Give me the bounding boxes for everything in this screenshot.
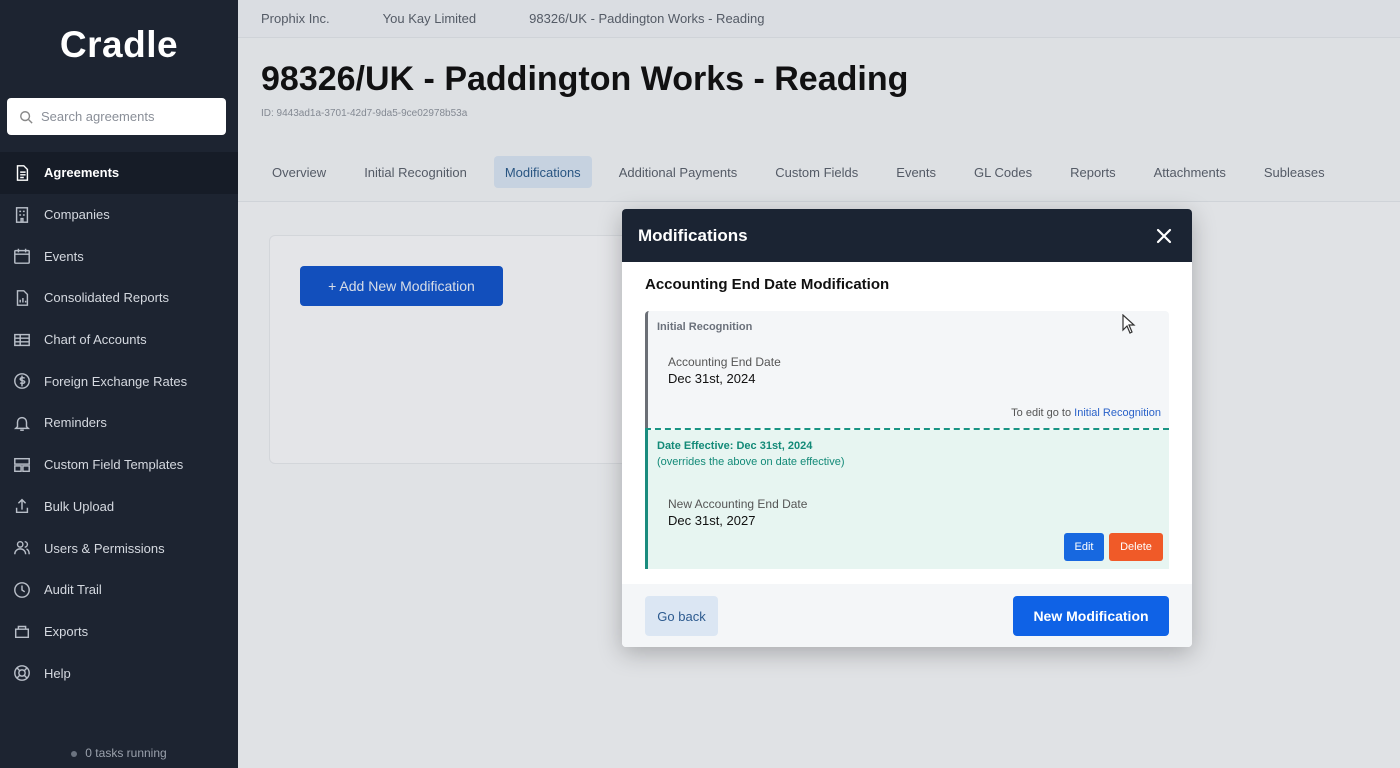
date-effective-label: Date Effective: Dec 31st, 2024 xyxy=(657,440,813,452)
sidebar-item-label: Companies xyxy=(44,207,110,223)
tasks-status: 0 tasks running xyxy=(0,746,238,760)
sidebar-item-label: Consolidated Reports xyxy=(44,290,170,306)
sidebar-item-label: Bulk Upload xyxy=(44,498,115,514)
modifications-modal: Modifications Accounting End Date Modifi… xyxy=(622,209,1192,647)
brand-logo: Cradle xyxy=(59,24,179,65)
sidebar-item-users-permissions[interactable]: Users & Permissions xyxy=(0,527,238,569)
sidebar-item-label: Reminders xyxy=(44,415,107,431)
modal-header: Modifications xyxy=(622,209,1192,262)
edit-button[interactable]: Edit xyxy=(1064,533,1104,561)
sidebar-nav: Agreements Companies Events Consolidated… xyxy=(0,152,238,694)
sidebar-item-bulk-upload[interactable]: Bulk Upload xyxy=(0,486,238,528)
report-icon xyxy=(12,288,32,308)
modal-footer: Go back New Modification xyxy=(622,584,1192,647)
new-modification-button[interactable]: New Modification xyxy=(1013,596,1169,636)
sidebar-item-label: Foreign Exchange Rates xyxy=(44,373,188,389)
upload-icon xyxy=(12,496,32,516)
sidebar-item-label: Events xyxy=(44,248,84,264)
dollar-circle-icon xyxy=(12,371,32,391)
date-effective-note: (overrides the above on date effective) xyxy=(657,456,845,468)
building-icon xyxy=(12,205,32,225)
table-icon xyxy=(12,330,32,350)
users-icon xyxy=(12,538,32,558)
modal-subtitle: Accounting End Date Modification xyxy=(645,276,890,293)
sidebar-item-label: Audit Trail xyxy=(44,582,102,598)
field-value: Dec 31st, 2027 xyxy=(668,513,756,528)
calendar-icon xyxy=(12,246,32,266)
sidebar-item-foreign-exchange-rates[interactable]: Foreign Exchange Rates xyxy=(0,360,238,402)
bell-icon xyxy=(12,413,32,433)
search-input[interactable] xyxy=(41,109,221,124)
sidebar-item-help[interactable]: Help xyxy=(0,652,238,694)
edit-hint-text: To edit go to xyxy=(1011,407,1072,419)
sidebar-item-label: Agreements xyxy=(44,165,120,181)
effective-modification-section: Date Effective: Dec 31st, 2024 (override… xyxy=(645,430,1169,569)
field-label: New Accounting End Date xyxy=(668,497,808,511)
export-icon xyxy=(12,621,32,641)
sidebar-item-chart-of-accounts[interactable]: Chart of Accounts xyxy=(0,319,238,361)
sidebar-item-consolidated-reports[interactable]: Consolidated Reports xyxy=(0,277,238,319)
help-icon xyxy=(12,663,32,683)
field-label: Accounting End Date xyxy=(668,355,781,369)
edit-hint: To edit go to Initial Recognition xyxy=(1011,407,1161,419)
sidebar-item-exports[interactable]: Exports xyxy=(0,611,238,653)
sidebar-item-events[interactable]: Events xyxy=(0,235,238,277)
search-icon xyxy=(20,110,33,124)
go-back-button[interactable]: Go back xyxy=(645,596,718,636)
status-dot-icon xyxy=(71,750,78,757)
close-icon xyxy=(1156,228,1172,243)
sidebar-item-custom-field-templates[interactable]: Custom Field Templates xyxy=(0,444,238,486)
modal-title: Modifications xyxy=(638,225,748,245)
clock-icon xyxy=(12,580,32,600)
close-button[interactable] xyxy=(1152,224,1176,248)
sidebar-item-reminders[interactable]: Reminders xyxy=(0,402,238,444)
template-icon xyxy=(12,455,32,475)
sidebar-item-audit-trail[interactable]: Audit Trail xyxy=(0,569,238,611)
sidebar: Cradle Agreements Companies Events Conso… xyxy=(0,0,238,768)
delete-button[interactable]: Delete xyxy=(1109,533,1163,561)
sidebar-item-companies[interactable]: Companies xyxy=(0,194,238,236)
field-value: Dec 31st, 2024 xyxy=(668,371,756,386)
sidebar-item-label: Custom Field Templates xyxy=(44,457,184,473)
sidebar-item-label: Chart of Accounts xyxy=(44,332,147,348)
tasks-label: 0 tasks running xyxy=(85,746,167,760)
sidebar-item-label: Users & Permissions xyxy=(44,540,165,556)
sidebar-item-label: Help xyxy=(44,665,71,681)
section-label: Initial Recognition xyxy=(657,321,753,333)
initial-recognition-link[interactable]: Initial Recognition xyxy=(1074,407,1161,419)
sidebar-item-label: Exports xyxy=(44,623,89,639)
document-icon xyxy=(12,163,32,183)
initial-recognition-section: Initial Recognition Accounting End Date … xyxy=(645,311,1169,429)
search-box[interactable] xyxy=(7,98,226,135)
sidebar-item-agreements[interactable]: Agreements xyxy=(0,152,238,194)
mouse-cursor-icon xyxy=(1122,314,1136,334)
